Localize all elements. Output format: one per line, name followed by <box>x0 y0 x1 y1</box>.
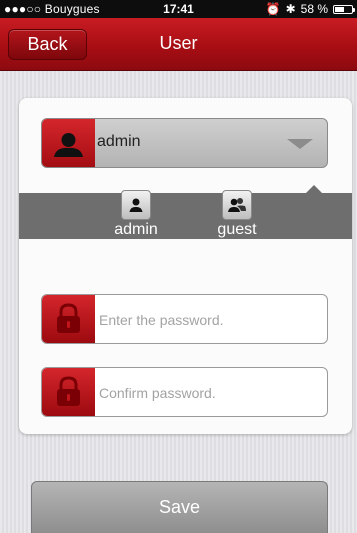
battery-percent: 58 % <box>300 2 328 16</box>
users-icon <box>222 190 252 220</box>
user-picker-panel: admin guest <box>19 185 352 239</box>
confirm-password-input[interactable] <box>97 368 326 416</box>
user-dropdown[interactable]: admin <box>41 118 328 168</box>
password-input[interactable] <box>97 295 326 343</box>
save-button[interactable]: Save <box>31 481 328 533</box>
bluetooth-icon: ✱ <box>285 2 296 16</box>
password-field <box>41 294 328 344</box>
user-option-label: guest <box>217 221 257 238</box>
selected-user-label: admin <box>97 133 141 150</box>
navigation-bar: Back User <box>0 18 357 71</box>
user-option-label: admin <box>114 221 158 238</box>
status-right: ⏰ ✱ 58 % <box>265 2 355 16</box>
user-option-guest[interactable]: guest <box>207 190 267 239</box>
battery-icon <box>333 4 355 14</box>
lock-icon <box>42 295 95 343</box>
user-icon <box>42 119 95 167</box>
chevron-down-icon <box>287 139 313 149</box>
alarm-icon: ⏰ <box>265 2 281 16</box>
status-bar: ●●●○○ Bouygues 17:41 ⏰ ✱ 58 % <box>0 0 357 18</box>
user-option-admin[interactable]: admin <box>106 190 166 239</box>
save-button-label: Save <box>158 497 201 517</box>
lock-icon <box>42 368 95 416</box>
page-title: User <box>159 33 198 53</box>
user-icon <box>121 190 151 220</box>
confirm-password-field <box>41 367 328 417</box>
